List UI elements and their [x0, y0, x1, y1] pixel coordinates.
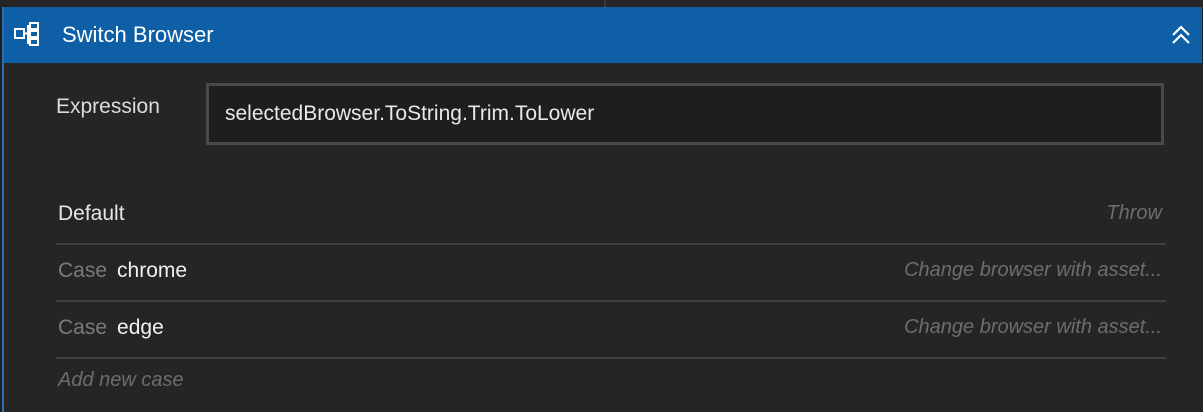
- activity-title[interactable]: Switch Browser: [62, 21, 214, 49]
- expression-input[interactable]: selectedBrowser.ToString.Trim.ToLower: [206, 83, 1164, 145]
- expression-label: Expression: [56, 95, 160, 118]
- case-action[interactable]: Change browser with asset...: [904, 316, 1162, 339]
- case-label: Case chrome: [58, 259, 187, 283]
- chevron-double-up-icon[interactable]: [1166, 20, 1196, 50]
- case-value[interactable]: edge: [117, 316, 164, 339]
- activity-title-bar[interactable]: Switch Browser: [4, 7, 1202, 63]
- default-action[interactable]: Throw: [1106, 202, 1162, 225]
- case-action[interactable]: Change browser with asset...: [904, 259, 1162, 282]
- case-keyword: Case: [58, 316, 108, 339]
- case-value[interactable]: chrome: [117, 259, 187, 282]
- top-divider: [604, 0, 606, 7]
- switch-icon: [14, 22, 39, 46]
- switch-activity-panel[interactable]: Switch Browser Expression selectedBrowse…: [2, 7, 1202, 412]
- case-label: Case edge: [58, 316, 164, 340]
- add-new-case-link[interactable]: Add new case: [58, 369, 184, 392]
- top-strip: [0, 0, 1203, 7]
- default-label: Default: [58, 202, 125, 225]
- default-row[interactable]: Default Throw: [56, 190, 1166, 245]
- case-row[interactable]: Case chrome Change browser with asset...: [56, 247, 1166, 302]
- case-keyword: Case: [58, 259, 108, 282]
- case-row[interactable]: Case edge Change browser with asset...: [56, 304, 1166, 359]
